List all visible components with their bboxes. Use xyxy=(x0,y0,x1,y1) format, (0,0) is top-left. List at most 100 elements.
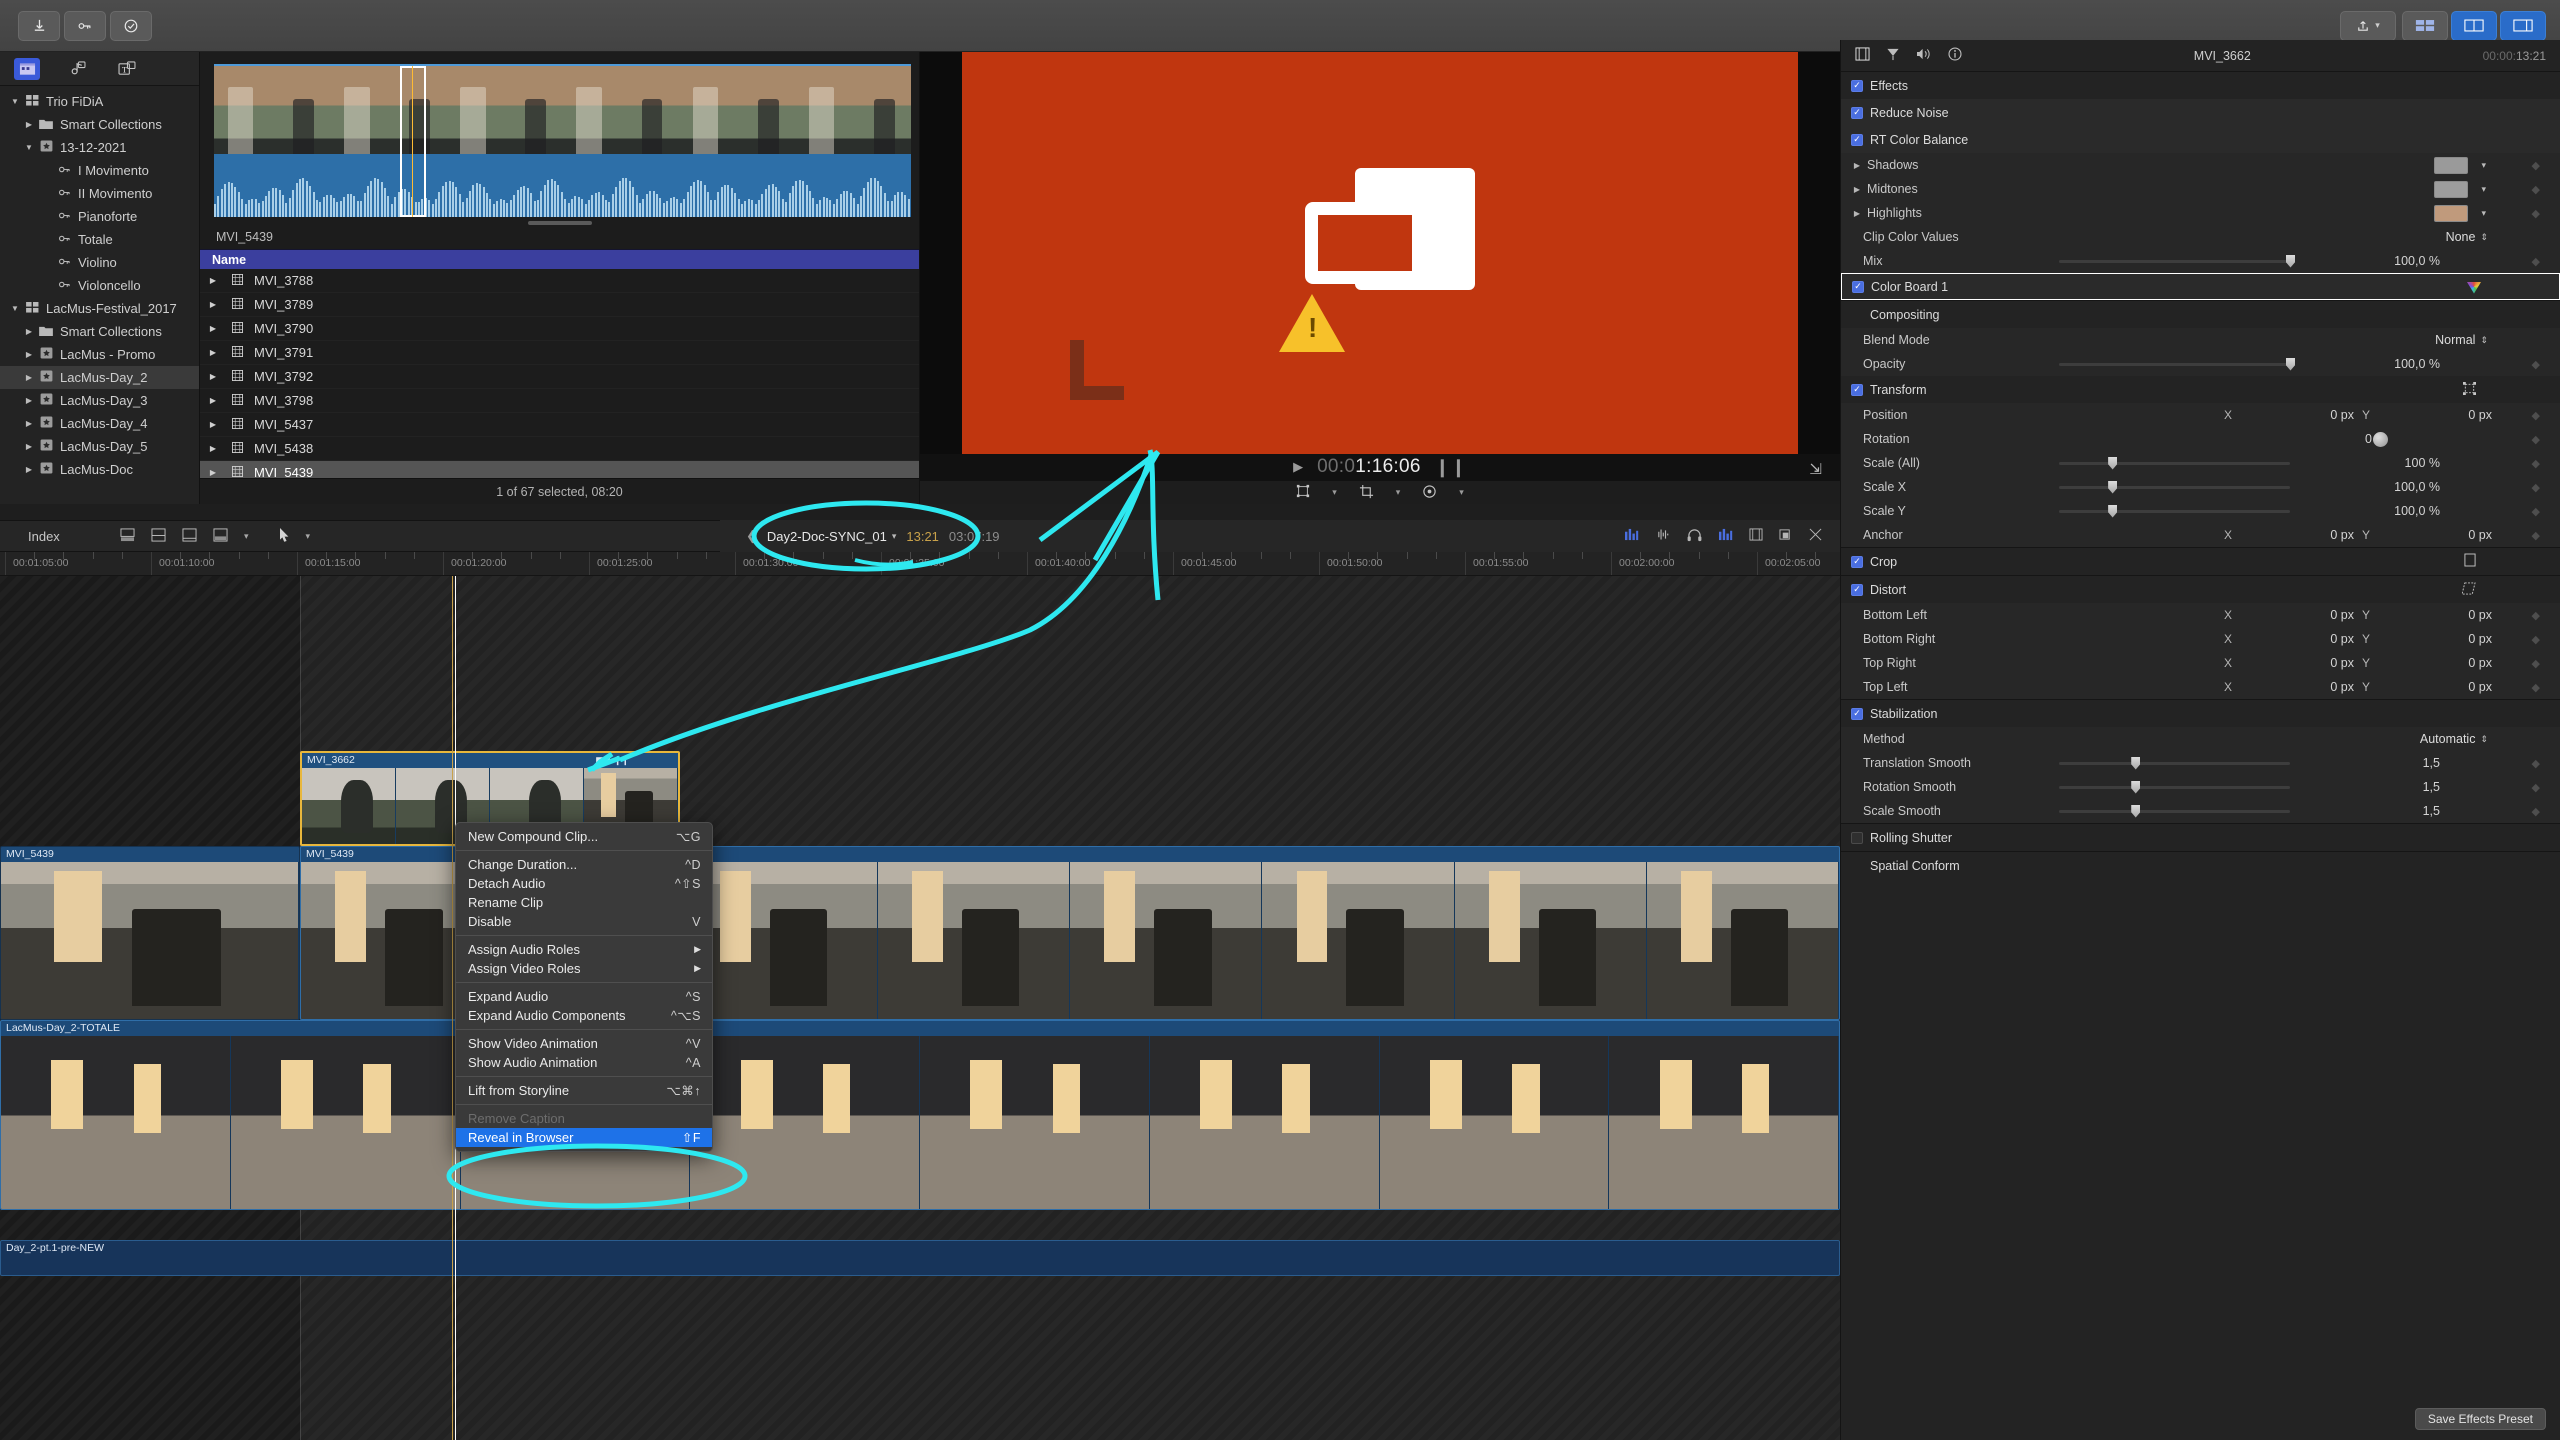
play-icon[interactable]: ▶ xyxy=(1293,459,1303,475)
inspector-row-clip-color-values[interactable]: Clip Color Values None ⇕ xyxy=(1841,225,2560,249)
parameter-value[interactable]: 100,0 % xyxy=(2320,357,2440,371)
parameter-value[interactable]: 100 % xyxy=(2320,456,2440,470)
index-icon[interactable] xyxy=(1749,528,1763,544)
transform-icon[interactable] xyxy=(1296,484,1310,501)
sidebar-item-violoncello[interactable]: Violoncello xyxy=(0,274,199,297)
sidebar-item-violino[interactable]: Violino xyxy=(0,251,199,274)
x-value[interactable]: 0 px xyxy=(2284,528,2362,542)
inspector-section-transform[interactable]: ✓ Transform xyxy=(1841,376,2560,403)
x-value[interactable]: 0 px xyxy=(2284,408,2362,422)
sidebar-item-ii-movimento[interactable]: II Movimento xyxy=(0,182,199,205)
titles-generators-tab[interactable]: T xyxy=(114,58,140,80)
expand-icon[interactable]: ⇲ xyxy=(1809,460,1822,478)
parameter-value[interactable]: 100,0 % xyxy=(2320,504,2440,518)
inspector-row-scale-all[interactable]: Scale (All) 100 % ◆ xyxy=(1841,451,2560,475)
generator-inspector-icon[interactable] xyxy=(1886,47,1900,64)
keyframe-icon[interactable]: ◆ xyxy=(2532,681,2540,694)
transform-onscreen-icon[interactable] xyxy=(2463,381,2476,398)
parameter-slider[interactable] xyxy=(2059,780,2290,794)
slider-knob[interactable] xyxy=(2131,804,2141,818)
filmstrip-selection-box[interactable] xyxy=(400,66,426,217)
libraries-tab[interactable] xyxy=(14,57,40,80)
chevron-down-icon[interactable]: ▾ xyxy=(1396,487,1401,498)
disclosure-closed-icon[interactable]: ▶ xyxy=(200,324,226,333)
inspector-row-midtones[interactable]: ▶ Midtones ▾ ◆ xyxy=(1841,177,2560,201)
inspector-row-highlights[interactable]: ▶ Highlights ▾ ◆ xyxy=(1841,201,2560,225)
disclosure-open-icon[interactable]: ▼ xyxy=(8,97,22,106)
sidebar-item-13-12-2021[interactable]: ▼ 13-12-2021 xyxy=(0,136,199,159)
color-wheel-icon[interactable] xyxy=(1422,484,1437,502)
slider-knob[interactable] xyxy=(2108,456,2118,470)
table-row[interactable]: ▶ MVI_5437 xyxy=(200,413,919,437)
inspector-section-spatial-conform[interactable]: Spatial Conform xyxy=(1841,852,2560,879)
browser-column-header[interactable]: Name xyxy=(200,249,919,269)
timeline-history-back-icon[interactable]: ❮ xyxy=(720,528,757,544)
viewer-canvas[interactable]: ! xyxy=(920,52,1840,454)
inspector-row-rotation-smooth[interactable]: Rotation Smooth 1,5 ◆ xyxy=(1841,775,2560,799)
inspector-section-effects[interactable]: ✓ Effects xyxy=(1841,72,2560,99)
keyframe-icon[interactable]: ◆ xyxy=(2532,757,2540,770)
keyframe-icon[interactable]: ◆ xyxy=(2532,255,2540,268)
keyframe-icon[interactable]: ◆ xyxy=(2532,358,2540,371)
inspector-section-compositing[interactable]: Compositing xyxy=(1841,301,2560,328)
crop-onscreen-icon[interactable] xyxy=(2464,553,2476,570)
sidebar-item-lacmus-day-3[interactable]: ▶ LacMus-Day_3 xyxy=(0,389,199,412)
inspector-section-distort[interactable]: ✓ Distort xyxy=(1841,576,2560,603)
parameter-value[interactable]: 1,5 xyxy=(2320,780,2440,794)
inspector-row-bottom-left[interactable]: Bottom Left X 0 px Y 0 px ◆ xyxy=(1841,603,2560,627)
table-row[interactable]: ▶ MVI_3788 xyxy=(200,269,919,293)
disclosure-closed-icon[interactable]: ▶ xyxy=(22,350,36,359)
chevron-down-icon[interactable]: ▾ xyxy=(2481,160,2486,171)
parameter-slider[interactable] xyxy=(2059,504,2290,518)
color-swatch[interactable] xyxy=(2434,156,2468,174)
pause-bars-icon[interactable]: ❙❙ xyxy=(1435,457,1467,478)
chevron-down-icon[interactable]: ▾ xyxy=(2481,208,2486,219)
parameter-value[interactable]: 100,0 % xyxy=(2320,254,2440,268)
chevron-down-icon[interactable]: ▾ xyxy=(1332,487,1337,498)
disclosure-closed-icon[interactable]: ▶ xyxy=(200,468,226,477)
sidebar-item-trio-fidia[interactable]: ▼ Trio FiDiA xyxy=(0,90,199,113)
menu-item-new-compound-clip[interactable]: New Compound Clip... ⌥G xyxy=(456,827,712,846)
disclosure-closed-icon[interactable]: ▶ xyxy=(1851,161,1863,170)
inspector-row-scale-x[interactable]: Scale X 100,0 % ◆ xyxy=(1841,475,2560,499)
slider-knob[interactable] xyxy=(2108,504,2118,518)
disclosure-closed-icon[interactable]: ▶ xyxy=(22,442,36,451)
parameter-value[interactable]: 0 ° xyxy=(2365,432,2455,446)
share-icon[interactable]: ▾ xyxy=(2340,10,2396,41)
disclosure-open-icon[interactable]: ▼ xyxy=(22,143,36,152)
parameter-slider[interactable] xyxy=(2059,254,2295,268)
save-effects-preset-button[interactable]: Save Effects Preset xyxy=(2414,1408,2546,1430)
keyframe-icon[interactable]: ◆ xyxy=(2532,805,2540,818)
select-tool-icon[interactable] xyxy=(279,527,290,545)
sidebar-item-smart-collections[interactable]: ▶ Smart Collections xyxy=(0,320,199,343)
keyword-icon[interactable] xyxy=(64,10,106,41)
disclosure-closed-icon[interactable]: ▶ xyxy=(22,419,36,428)
menu-item-assign-video-roles[interactable]: Assign Video Roles ▶ xyxy=(456,959,712,978)
timeline-clip-mvi5439-left[interactable]: MVI_5439 xyxy=(0,846,300,1020)
keyframe-icon[interactable]: ◆ xyxy=(2532,633,2540,646)
menu-item-assign-audio-roles[interactable]: Assign Audio Roles ▶ xyxy=(456,940,712,959)
disclosure-closed-icon[interactable]: ▶ xyxy=(200,396,226,405)
disclosure-closed-icon[interactable]: ▶ xyxy=(200,348,226,357)
sidebar-item-lacmus-day-2[interactable]: ▶ LacMus-Day_2 xyxy=(0,366,199,389)
color-board-icon[interactable] xyxy=(2467,282,2481,294)
y-value[interactable]: 0 px xyxy=(2422,528,2500,542)
menu-item-disable[interactable]: Disable V xyxy=(456,912,712,931)
menu-item-show-video-animation[interactable]: Show Video Animation ^V xyxy=(456,1034,712,1053)
effect-enable-checkbox[interactable]: ✓ xyxy=(1851,106,1863,119)
inspector-icon[interactable] xyxy=(2500,10,2546,41)
table-row[interactable]: ▶ MVI_3790 xyxy=(200,317,919,341)
disclosure-open-icon[interactable]: ▼ xyxy=(8,304,22,313)
table-row[interactable]: ▶ MVI_3791 xyxy=(200,341,919,365)
menu-item-expand-audio[interactable]: Expand Audio ^S xyxy=(456,987,712,1006)
chevron-down-icon[interactable]: ▾ xyxy=(2481,184,2486,195)
parameter-value[interactable]: 1,5 xyxy=(2320,756,2440,770)
inspector-row-scale-smooth[interactable]: Scale Smooth 1,5 ◆ xyxy=(1841,799,2560,823)
inspector-row-method[interactable]: Method Automatic ⇕ xyxy=(1841,727,2560,751)
section-enable-checkbox[interactable]: ✓ xyxy=(1851,555,1863,568)
sidebar-item-lacmus-day-4[interactable]: ▶ LacMus-Day_4 xyxy=(0,412,199,435)
effect-enable-checkbox[interactable]: ✓ xyxy=(1852,280,1864,293)
sidebar-item-totale[interactable]: Totale xyxy=(0,228,199,251)
inspector-row-rotation[interactable]: Rotation 0 ° ◆ xyxy=(1841,427,2560,451)
keyframe-icon[interactable]: ◆ xyxy=(2532,433,2540,446)
